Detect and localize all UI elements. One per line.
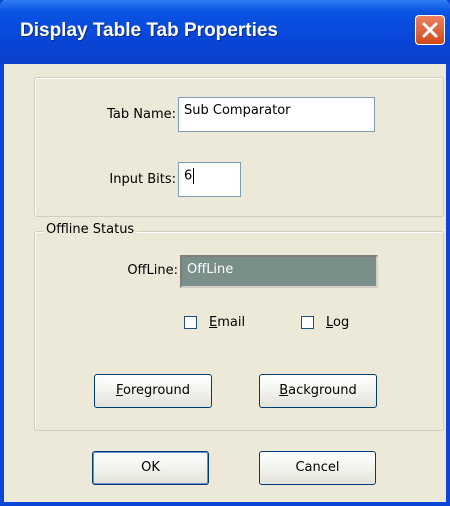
offline-status-legend: Offline Status (43, 222, 138, 237)
offline-value: OffLine (187, 262, 234, 277)
cancel-button[interactable]: Cancel (259, 451, 376, 485)
dialog-window: Display Table Tab Properties Tab Name: S… (0, 0, 450, 506)
log-rest: og (333, 315, 350, 330)
tab-name-value: Sub Comparator (184, 103, 291, 118)
log-checkbox[interactable] (301, 316, 314, 329)
foreground-button[interactable]: Foreground (94, 374, 212, 408)
log-label[interactable]: Log (326, 315, 349, 330)
email-accel: E (209, 315, 218, 330)
email-label[interactable]: Email (209, 315, 245, 330)
input-bits-label: Input Bits: (109, 172, 176, 187)
offline-field: OffLine (180, 255, 378, 288)
email-rest: mail (217, 315, 246, 330)
input-bits-input[interactable]: 6 (178, 162, 241, 197)
foreground-accel: F (115, 383, 123, 398)
input-bits-value: 6 (184, 168, 193, 184)
background-button[interactable]: Background (259, 374, 377, 408)
tab-name-label: Tab Name: (107, 107, 176, 122)
ok-button[interactable]: OK (92, 451, 209, 485)
offline-label: OffLine: (127, 263, 178, 278)
background-rest: ackground (288, 383, 357, 398)
window-title: Display Table Tab Properties (20, 20, 278, 41)
log-accel: L (326, 315, 334, 330)
close-button[interactable] (415, 15, 445, 45)
close-icon (422, 22, 438, 38)
text-caret (193, 168, 195, 184)
tab-name-input[interactable]: Sub Comparator (178, 97, 375, 132)
foreground-rest: oreground (123, 383, 191, 398)
email-checkbox[interactable] (184, 316, 197, 329)
background-accel: B (279, 383, 289, 398)
title-bar[interactable]: Display Table Tab Properties (0, 0, 450, 64)
